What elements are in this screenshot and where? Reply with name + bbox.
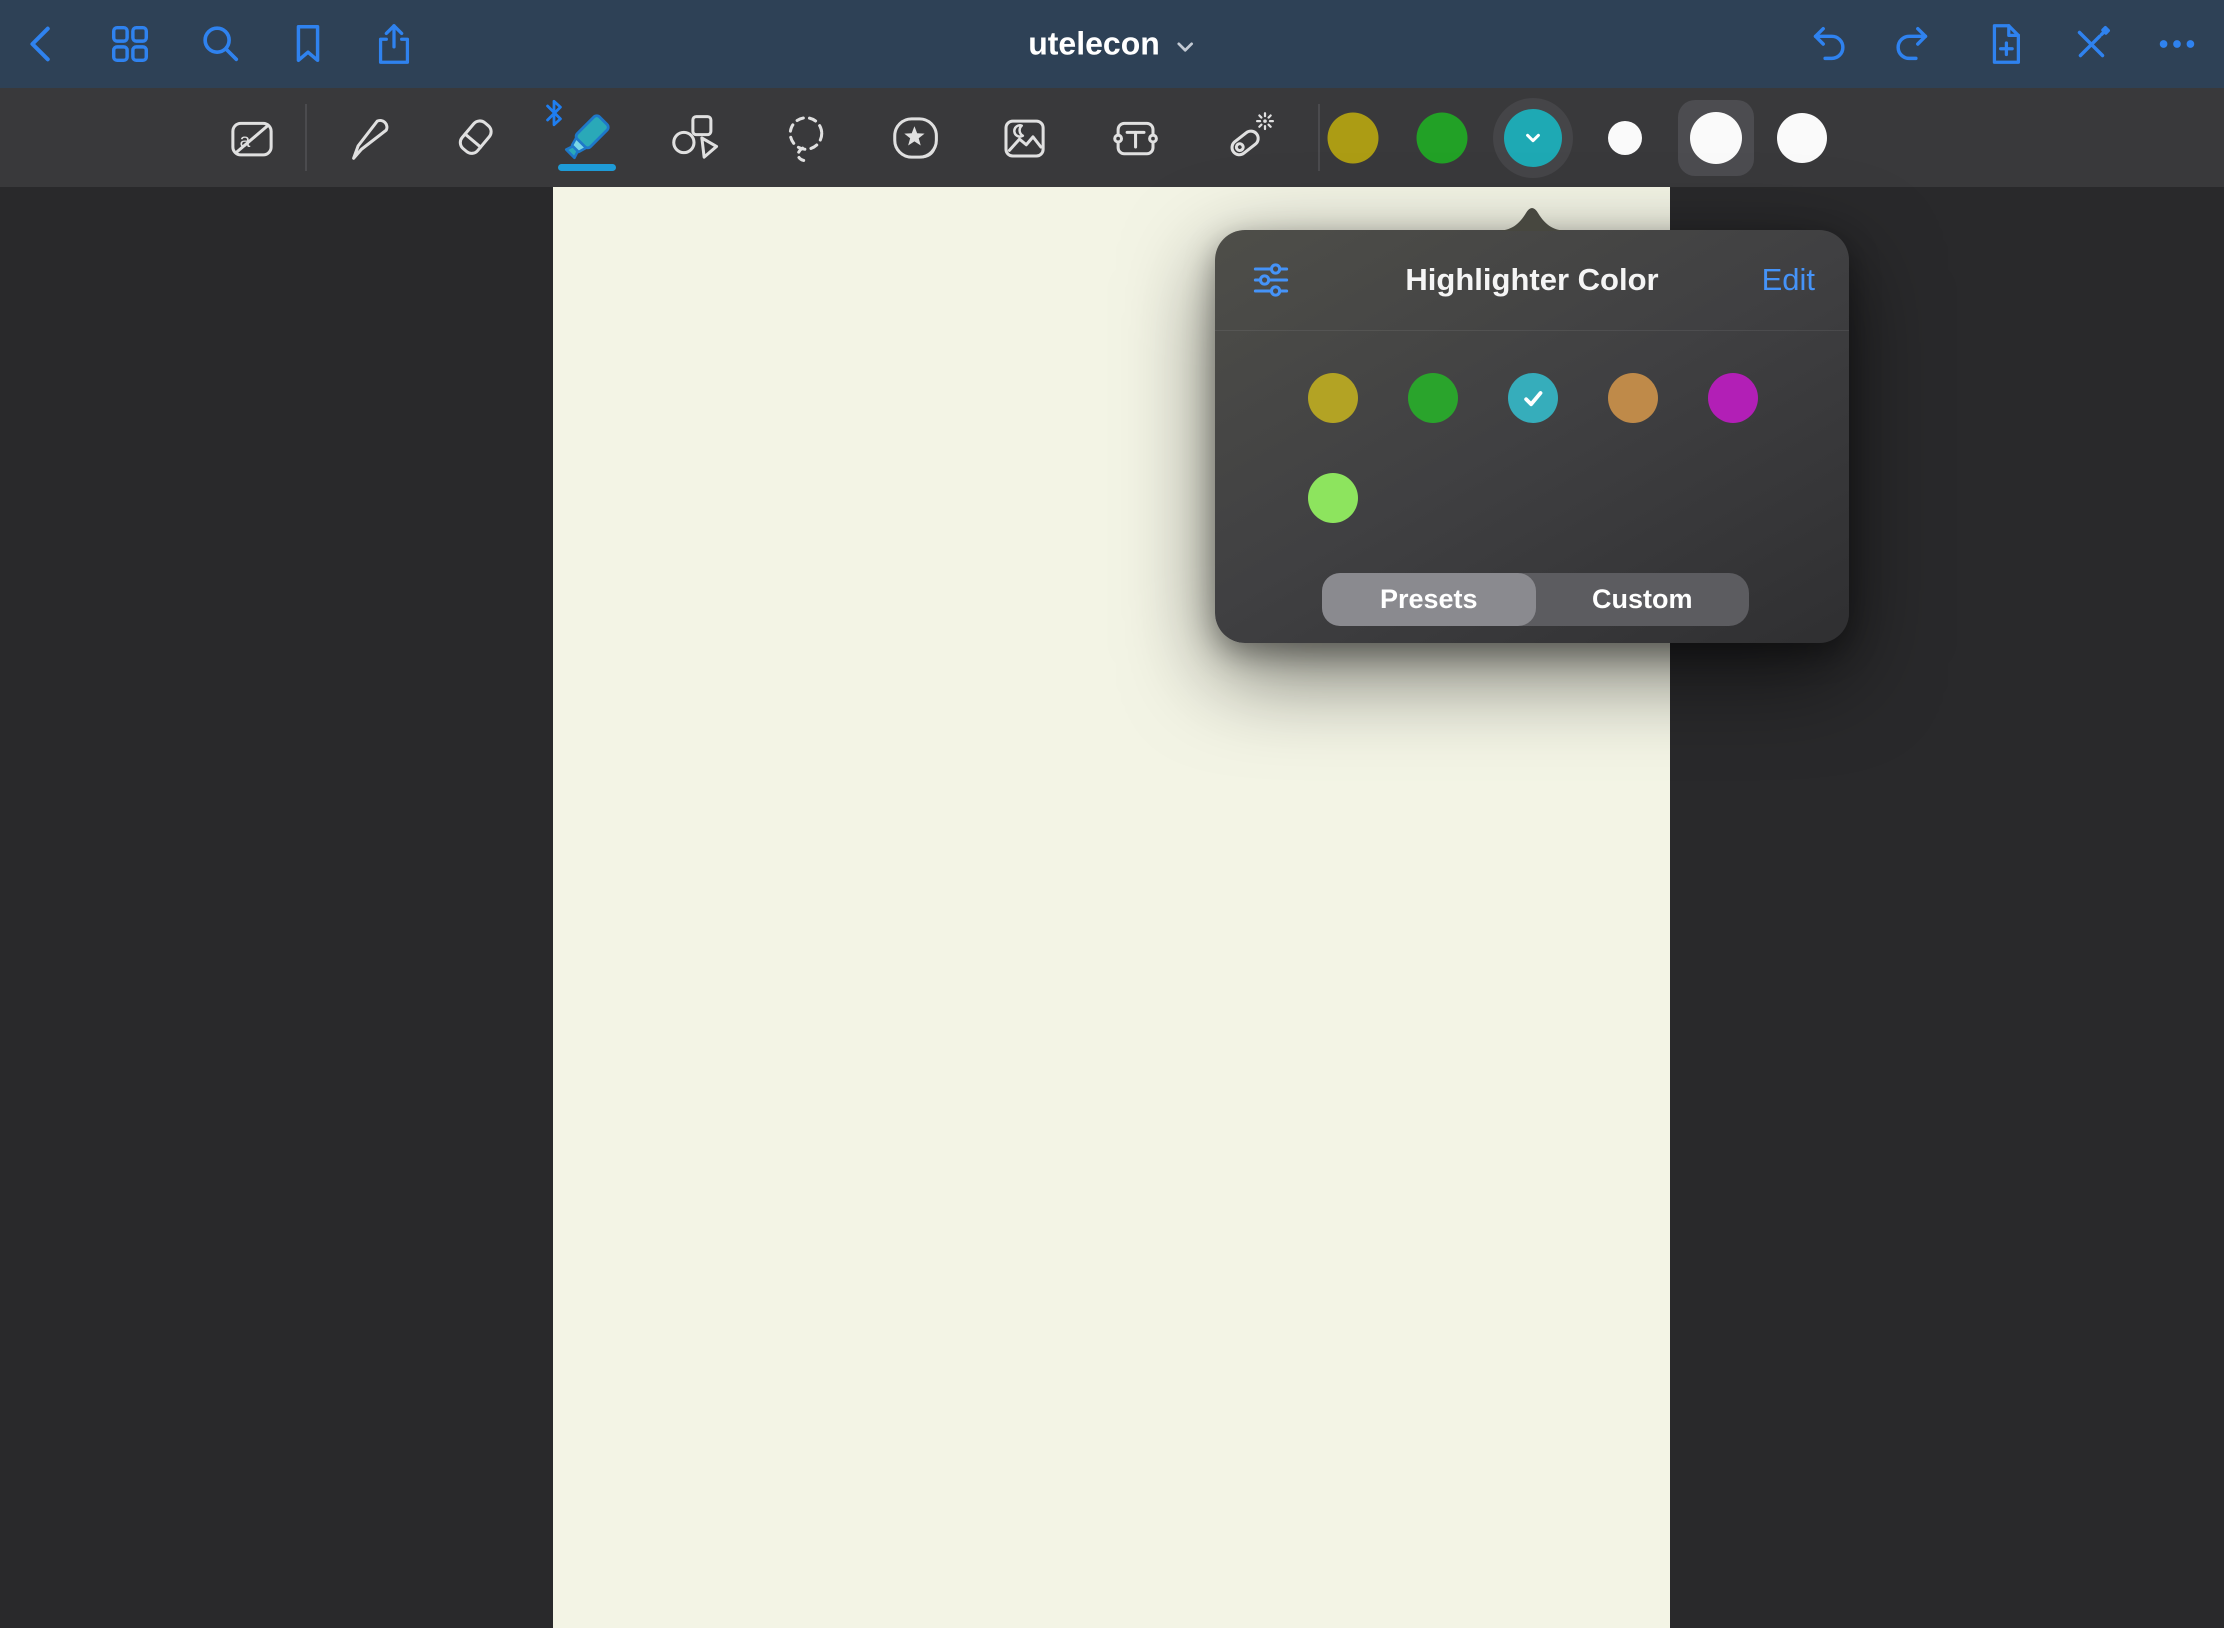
page-thumbnails-icon[interactable] (107, 21, 153, 67)
preset-swatch-light-green[interactable] (1308, 473, 1358, 523)
laser-pointer-tool-icon[interactable] (1220, 111, 1274, 165)
edit-button[interactable]: Edit (1762, 262, 1815, 298)
image-tool-icon[interactable] (997, 111, 1051, 165)
thickness-small-button[interactable] (1608, 121, 1642, 155)
color-slot-teal-swatch (1504, 109, 1562, 167)
document-title: utelecon (1028, 26, 1160, 63)
popover-header-divider (1215, 330, 1849, 331)
preset-swatch-orange[interactable] (1608, 373, 1658, 423)
more-icon[interactable] (2154, 21, 2200, 67)
add-page-icon[interactable] (1981, 21, 2027, 67)
goodnotes-app: { "topbar": { "title": "utelecon", "left… (0, 0, 2224, 1628)
sliders-icon[interactable] (1249, 258, 1293, 302)
thickness-medium-button-selected[interactable] (1678, 100, 1754, 176)
top-navigation-bar: utelecon (0, 0, 2224, 88)
bluetooth-icon (541, 98, 567, 128)
chevron-down-icon (1520, 125, 1546, 151)
back-icon[interactable] (19, 21, 65, 67)
eraser-tool-icon[interactable] (448, 111, 502, 165)
preset-swatch-magenta[interactable] (1708, 373, 1758, 423)
toolbar-divider (1318, 104, 1320, 171)
bookmark-icon[interactable] (285, 21, 331, 67)
highlighter-color-popover: Highlighter Color Edit Presets Custom (1215, 230, 1849, 643)
highlighter-selected-underline (558, 164, 616, 171)
elements-tool-icon[interactable] (888, 111, 942, 165)
popover-title: Highlighter Color (1405, 262, 1658, 298)
pen-disable-icon[interactable] (2068, 21, 2114, 67)
chevron-down-icon (1174, 36, 1196, 58)
color-slot-green[interactable] (1417, 113, 1468, 164)
redo-icon[interactable] (1890, 21, 1936, 67)
edit-mode-icon[interactable]: a (225, 111, 279, 165)
color-slot-olive[interactable] (1328, 113, 1379, 164)
color-slot-teal-selected[interactable] (1493, 98, 1573, 178)
thickness-medium-dot (1690, 112, 1742, 164)
preset-swatch-green[interactable] (1408, 373, 1458, 423)
svg-text:a: a (240, 131, 251, 152)
popover-header: Highlighter Color Edit (1215, 230, 1849, 330)
thickness-large-button[interactable] (1777, 113, 1827, 163)
lasso-tool-icon[interactable] (779, 111, 833, 165)
document-title-menu[interactable]: utelecon (1028, 26, 1196, 63)
search-icon[interactable] (197, 21, 243, 67)
shapes-tool-icon[interactable] (667, 111, 721, 165)
preset-swatch-olive[interactable] (1308, 373, 1358, 423)
share-icon[interactable] (371, 21, 417, 67)
tab-custom[interactable]: Custom (1536, 573, 1750, 626)
tool-bar: a (0, 88, 2224, 187)
tab-presets[interactable]: Presets (1322, 573, 1536, 626)
toolbar-divider (305, 104, 307, 171)
preset-swatch-teal-selected[interactable] (1508, 373, 1558, 423)
presets-custom-segmented-control: Presets Custom (1322, 573, 1749, 626)
popover-arrow (1494, 205, 1570, 231)
undo-icon[interactable] (1805, 21, 1851, 67)
pen-tool-icon[interactable] (339, 111, 393, 165)
text-tool-icon[interactable] (1108, 111, 1162, 165)
check-icon (1518, 383, 1548, 413)
